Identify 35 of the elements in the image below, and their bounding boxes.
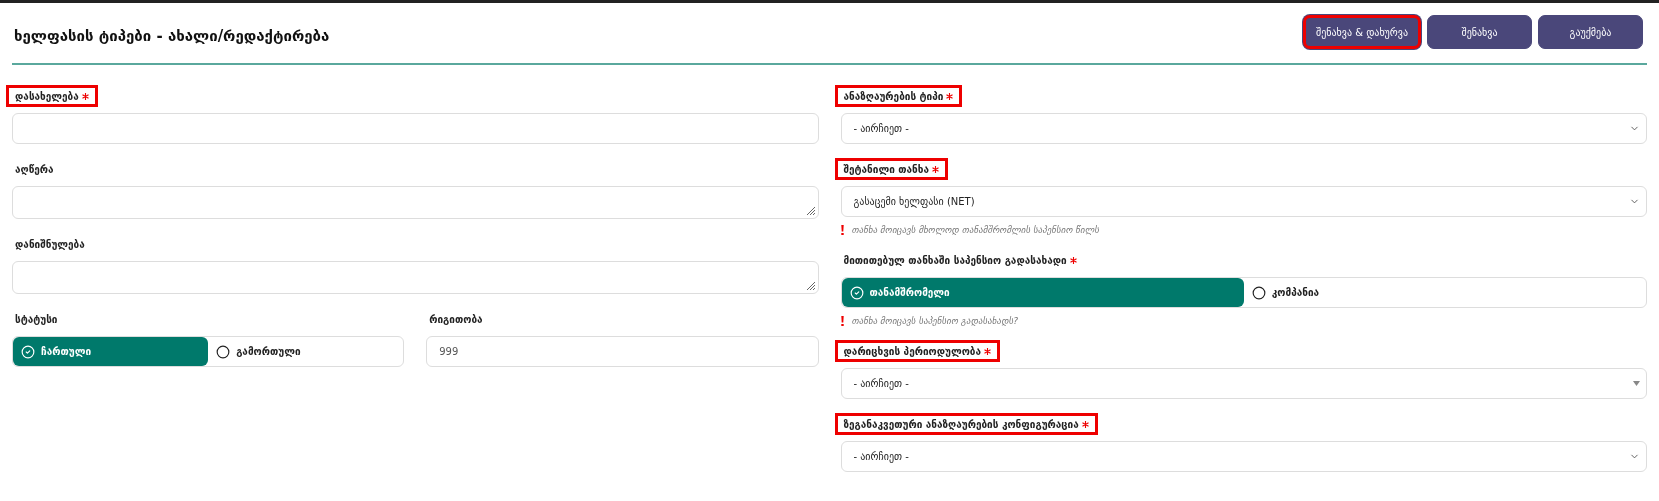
radio-option[interactable]: კომპანია (1243, 278, 1646, 307)
field-label: დასახელება (15, 91, 79, 102)
field-label: შეტანილი თანხა (843, 164, 929, 175)
hint-text: თანხა მოიცავს საპენსიო გადასახადს? (851, 316, 1018, 326)
check-circle-icon (21, 344, 35, 359)
field-label: აღწერა (15, 164, 54, 175)
dropdown[interactable]: - აირჩიეთ - (840, 113, 1647, 144)
field-label: რიგითობა (429, 314, 483, 325)
dropdown[interactable]: - აირჩიეთ - (840, 368, 1647, 399)
field-label: მითითებულ თანხაში საპენსიო გადასახადი (843, 255, 1067, 266)
action-button[interactable]: შენახვა (1427, 15, 1532, 49)
radio-option[interactable]: ჩართული (13, 337, 209, 366)
radio-option[interactable]: თანამშრომელი (841, 278, 1244, 307)
radio-circle-icon (216, 344, 231, 359)
page-title: ხელფასის ტიპები - ახალი/რედაქტირება (14, 27, 330, 45)
dropdown[interactable]: - აირჩიეთ - (840, 441, 1647, 472)
resize-handle-icon[interactable] (805, 281, 816, 291)
field-label: ანაზღაურების ტიპი (843, 91, 944, 102)
field-label: დანიშნულება (15, 239, 85, 250)
action-button[interactable]: შენახვა & დახურვა (1303, 15, 1421, 49)
action-button[interactable]: გაუქმება (1538, 15, 1643, 49)
field-label: ზეგანაკვეთური ანაზღაურების კონფიგურაცია (843, 419, 1079, 430)
input-field[interactable]: 999 (426, 336, 819, 367)
input-field[interactable] (12, 113, 819, 144)
field-label: სტატუსი (15, 314, 58, 325)
exclamation-icon (840, 316, 844, 326)
hint-text: თანხა მოიცავს მხოლოდ თანამშრომლის საპენსიო წილს (851, 225, 1099, 235)
exclamation-icon (840, 225, 844, 235)
field-label: დარიცხვის პერიოდულობა (843, 346, 981, 357)
radio-option[interactable]: გამორთული (208, 337, 404, 366)
check-circle-icon (849, 285, 864, 300)
resize-handle-icon[interactable] (805, 206, 816, 216)
radio-circle-icon (1251, 285, 1266, 300)
dropdown[interactable]: გასაცემი ხელფასი (NET) (840, 186, 1647, 217)
triangle-down-icon (1633, 381, 1640, 386)
